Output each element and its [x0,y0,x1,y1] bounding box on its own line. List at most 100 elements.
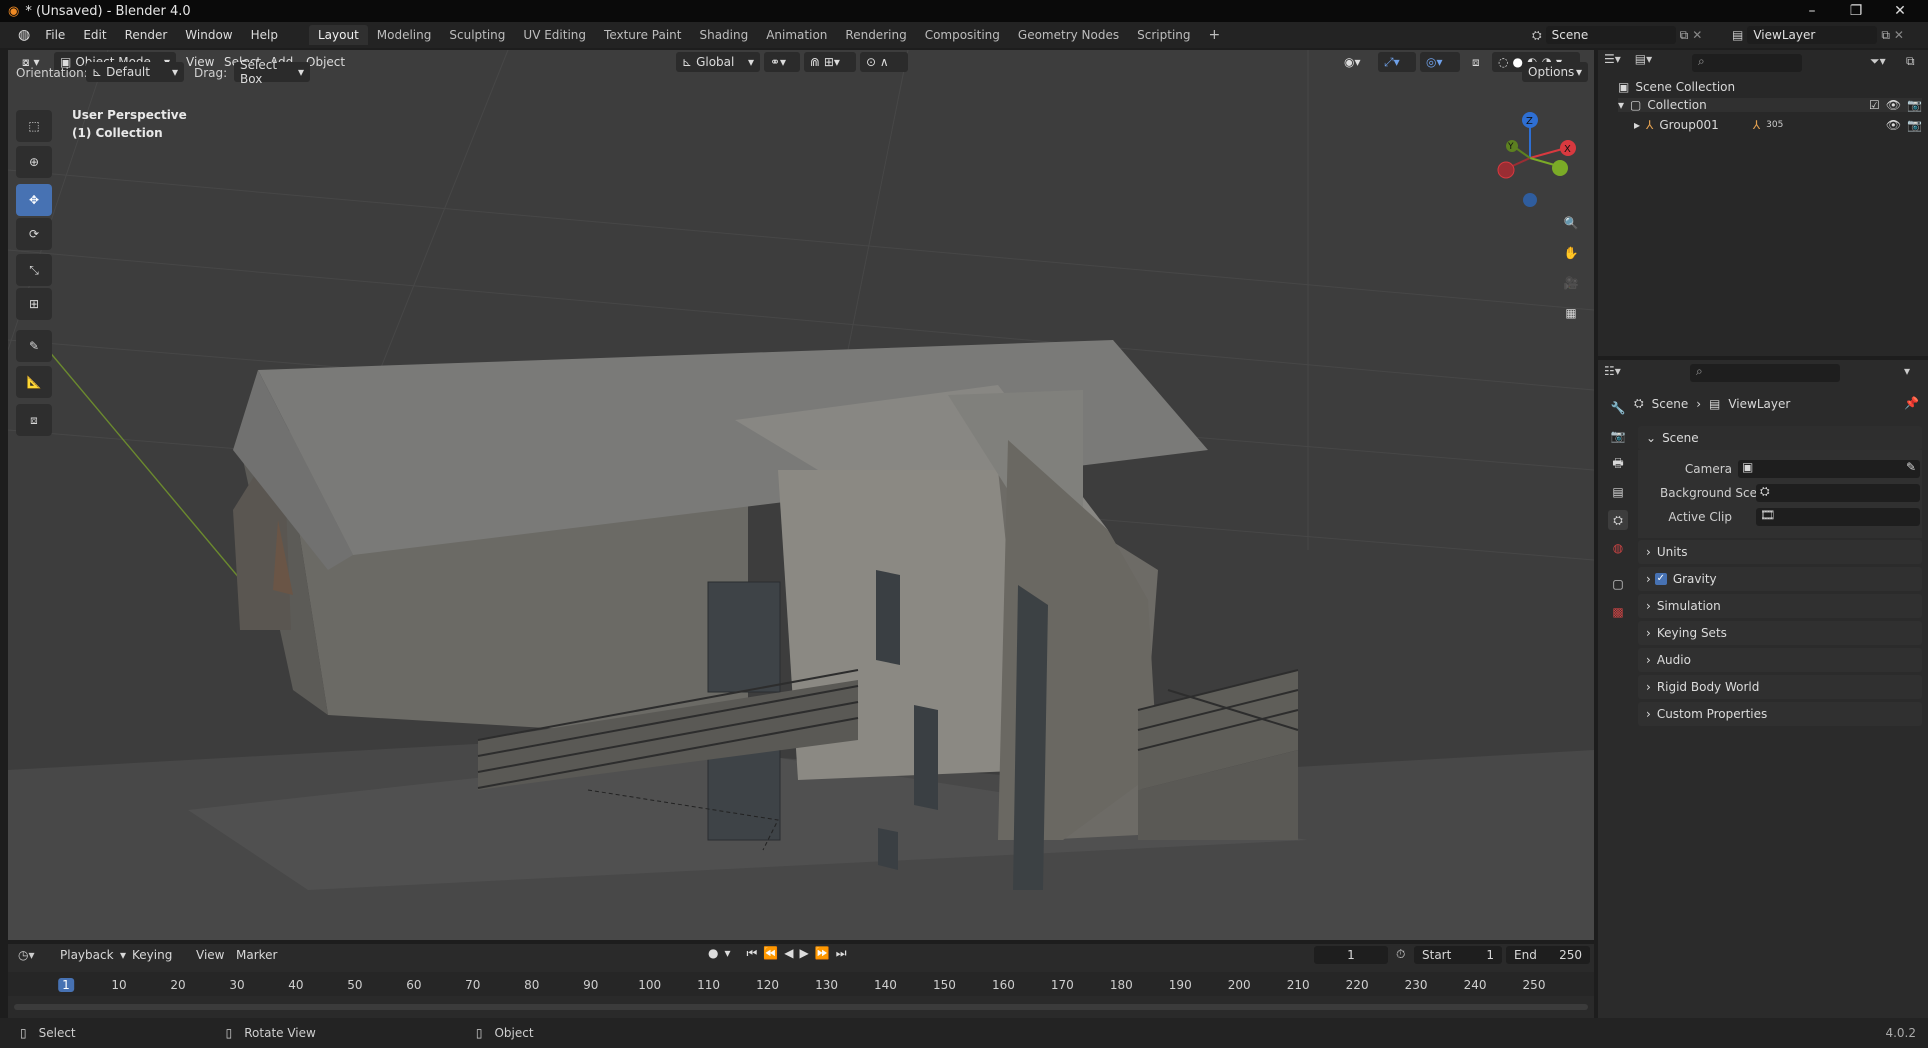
properties-editor-icon[interactable]: ☷▾ [1604,364,1621,378]
3d-viewport[interactable]: ⧇ ▾ ▣ Object Mode ▾ View Select Add Obje… [8,50,1594,940]
cursor-tool[interactable]: ⊕ [16,146,52,178]
xray-button[interactable]: ⧈ [1466,52,1488,72]
outliner-collection-row[interactable]: ▾ ▢ Collection ☑ 👁 📷 [1618,98,1922,112]
measure-tool[interactable]: 📐 [16,366,52,398]
filter-icon[interactable]: ⏷▾ [1870,54,1886,69]
panel-simulation[interactable]: › Simulation [1638,594,1922,618]
add-workspace-button[interactable]: + [1200,24,1230,46]
gizmo-toggle-button[interactable]: ⤢▾ [1378,52,1416,72]
timeline-scrollbar[interactable] [14,1004,1588,1010]
gravity-checkbox[interactable]: ✓ [1654,573,1667,585]
outliner-scene-collection[interactable]: ▣ Scene Collection [1618,80,1735,94]
navigation-gizmo[interactable]: Z X Y [1488,108,1578,208]
display-mode-icon[interactable]: ▤▾ [1635,52,1652,66]
camera-field[interactable]: ▣ ✎ [1738,460,1920,478]
snap-button[interactable]: ⋒ ⊞▾ [804,52,856,72]
visibility-button[interactable]: ◉▾ [1338,52,1374,72]
tab-geometry-nodes[interactable]: Geometry Nodes [1009,25,1128,45]
outliner-editor-icon[interactable]: ☰▾ [1604,52,1621,66]
tab-uv-editing[interactable]: UV Editing [514,25,595,45]
tab-scripting[interactable]: Scripting [1128,25,1199,45]
menu-window[interactable]: Window [176,28,241,42]
zoom-button[interactable]: 🔍 [1558,210,1584,236]
tab-sculpting[interactable]: Sculpting [440,25,514,45]
blender-menu-icon[interactable]: ◍ [18,27,30,43]
camera-view-button[interactable]: 🎥 [1558,270,1584,296]
panel-custom-properties[interactable]: › Custom Properties [1638,702,1922,726]
proportional-edit-button[interactable]: ⊙ ∧ [860,52,908,72]
maximize-button[interactable]: ❐ [1834,0,1878,22]
new-viewlayer-icon[interactable]: ⧉ [1881,28,1890,43]
new-scene-icon[interactable]: ⧉ [1680,28,1689,43]
add-cube-tool[interactable]: ⧈ [16,404,52,436]
view-layer-tab-icon[interactable]: ▤ [1608,482,1628,502]
scene-selector[interactable]: Scene [1545,26,1676,44]
world-tab-icon[interactable]: ◍ [1608,538,1628,558]
pin-icon[interactable]: 📌 [1904,396,1919,410]
checkbox-icon[interactable]: ☑ [1869,98,1880,112]
outliner-search-input[interactable]: ⌕ [1692,54,1802,72]
menu-file[interactable]: File [36,28,74,42]
new-collection-icon[interactable]: ⧉ [1906,54,1915,69]
current-frame-marker[interactable]: 1 [58,978,74,992]
tab-animation[interactable]: Animation [757,25,836,45]
active-clip-field[interactable]: 🎞 [1756,508,1920,526]
pivot-point-button[interactable]: ⚭▾ [764,52,800,72]
pan-button[interactable]: ✋ [1558,240,1584,266]
chevron-right-icon: › [1646,545,1651,559]
render-tab-icon[interactable]: 📷 [1608,426,1628,446]
texture-tab-icon[interactable]: ▩ [1608,602,1628,622]
eyedropper-icon[interactable]: ✎ [1906,460,1916,474]
render-camera-icon[interactable]: 📷 [1907,98,1922,112]
tab-shading[interactable]: Shading [690,25,757,45]
drag-dropdown[interactable]: Select Box ▾ [234,58,310,86]
eye-icon[interactable]: 👁 [1886,118,1901,132]
move-tool[interactable]: ✥ [16,184,52,216]
collection-tab-icon[interactable]: ▢ [1608,574,1628,594]
scene-tab-icon[interactable]: ⛭ [1608,510,1628,530]
orientation-dropdown[interactable]: ⊾ Default ▾ [86,62,184,82]
expand-arrow-icon[interactable]: ▾ [1618,98,1624,112]
close-button[interactable]: ✕ [1878,0,1922,22]
tab-layout[interactable]: Layout [308,25,368,45]
panel-audio[interactable]: › Audio [1638,648,1922,672]
transform-tool[interactable]: ⊞ [16,288,52,320]
expand-arrow-icon[interactable]: ▸ [1634,118,1640,132]
tab-compositing[interactable]: Compositing [916,25,1009,45]
scale-tool[interactable]: ⤡ [16,254,52,286]
properties-search-input[interactable]: ⌕ [1690,364,1840,382]
ortho-toggle-button[interactable]: ▦ [1558,300,1584,326]
menu-render[interactable]: Render [116,28,177,42]
eye-icon[interactable]: 👁 [1886,98,1901,112]
panel-gravity[interactable]: › ✓ Gravity [1638,567,1922,591]
outliner-object-row[interactable]: ▸ ⅄ Group001 ⅄ 305 👁 📷 [1634,118,1922,132]
background-scene-field[interactable]: ⛭ [1756,484,1920,502]
select-box-tool[interactable]: ⬚ [16,110,52,142]
panel-keying-sets[interactable]: › Keying Sets [1638,621,1922,645]
remove-viewlayer-icon[interactable]: ✕ [1894,28,1904,42]
tab-rendering[interactable]: Rendering [836,25,915,45]
menu-edit[interactable]: Edit [74,28,115,42]
viewlayer-selector[interactable]: ViewLayer [1747,26,1878,44]
render-camera-icon[interactable]: 📷 [1907,118,1922,132]
rotate-tool[interactable]: ⟳ [16,218,52,250]
output-tab-icon[interactable]: 🖶 [1608,454,1628,474]
overlay-toggle-button[interactable]: ◎▾ [1420,52,1460,72]
scene-panel-header[interactable]: ⌄ Scene [1638,426,1922,450]
panel-units[interactable]: › Units [1638,540,1922,564]
wireframe-shading-icon[interactable]: ◌ [1498,55,1508,69]
panel-rigid-body-world[interactable]: › Rigid Body World [1638,675,1922,699]
chevron-down-icon: ▾ [1575,65,1582,79]
remove-scene-icon[interactable]: ✕ [1692,28,1702,42]
zoom-icon: 🔍 [1563,216,1579,230]
options-button[interactable]: Options ▾ [1522,62,1588,82]
tab-texture-paint[interactable]: Texture Paint [595,25,690,45]
tool-tab-icon[interactable]: 🔧 [1608,398,1628,418]
viewlayer-icon: ▤ [1732,28,1744,42]
tab-modeling[interactable]: Modeling [368,25,441,45]
chevron-down-icon[interactable]: ▾ [1904,364,1910,378]
menu-help[interactable]: Help [242,28,287,42]
minimize-button[interactable]: – [1790,0,1834,22]
transform-orientation-dropdown[interactable]: ⊾ Global ▾ [676,52,760,72]
annotate-tool[interactable]: ✎ [16,330,52,362]
